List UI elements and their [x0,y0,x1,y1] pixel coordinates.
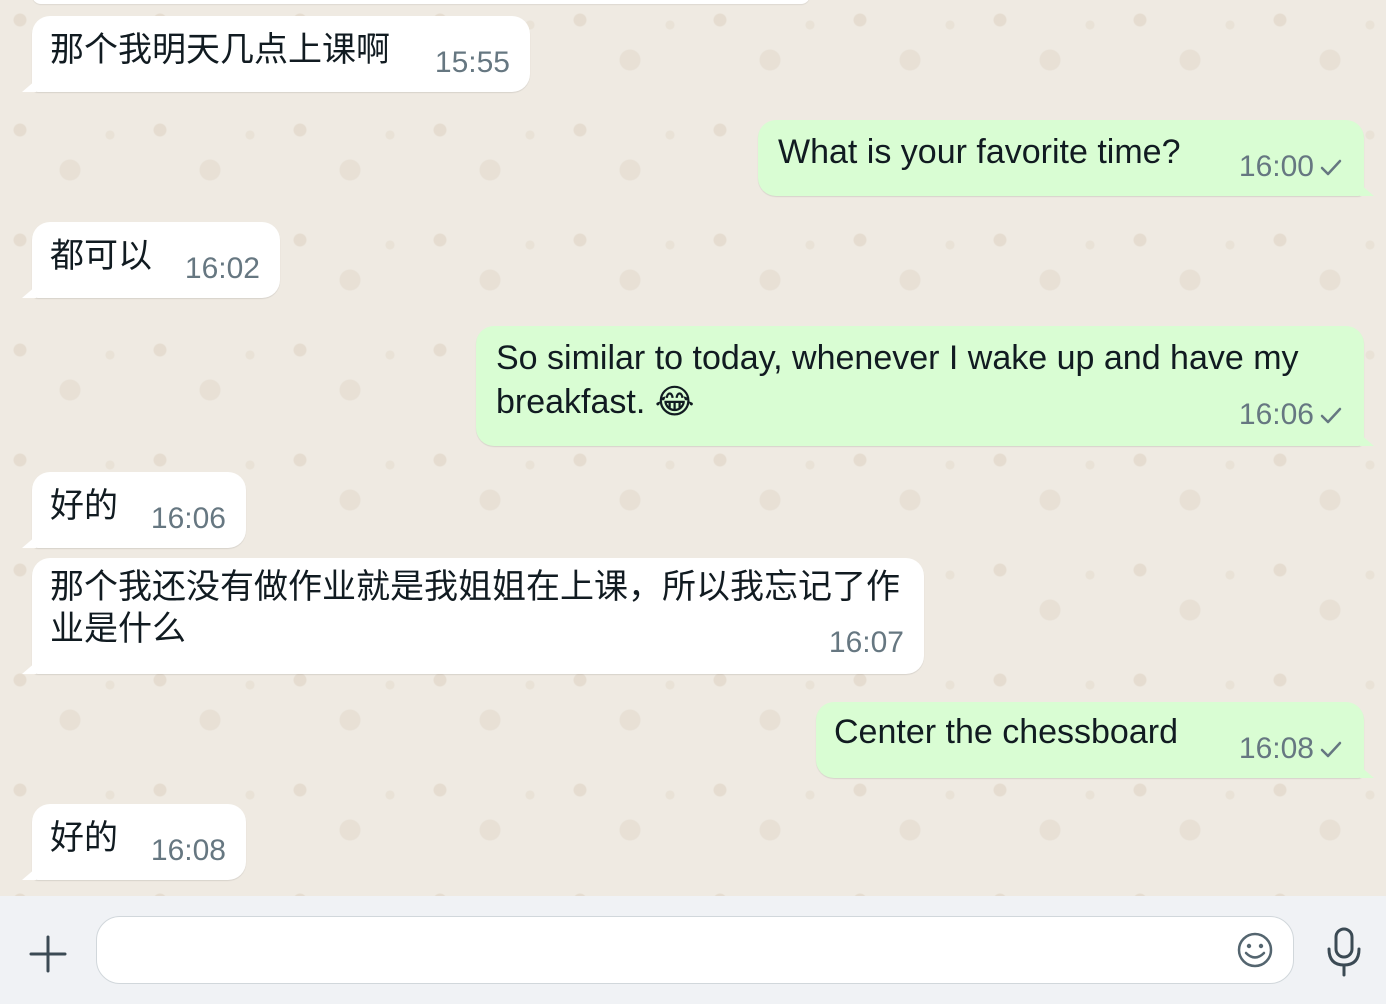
message-meta: 15:55 [435,46,510,80]
message-text: 都可以 [50,237,152,275]
message-time: 16:07 [828,626,904,659]
message-meta: 16:00 [1239,150,1342,184]
previous-message-bubble [32,0,810,4]
message-time: 16:06 [150,502,226,535]
message-meta: 16:02 [185,252,260,286]
message-time: 16:02 [184,252,260,285]
message-time: 16:00 [1238,150,1314,183]
incoming-message[interactable]: 那个我还没有做作业就是我姐姐在上课，所以我忘记了作业是什么 16:07 [22,558,924,674]
message-meta: 16:08 [151,834,226,868]
message-text: 好的 [50,487,118,525]
sent-check-icon [1320,406,1342,424]
emoji-button[interactable] [1235,930,1275,970]
sent-check-icon [1320,740,1342,758]
message-meta: 16:06 [151,502,226,536]
message-time: 16:08 [1238,732,1314,765]
incoming-message[interactable]: 那个我明天几点上课啊 15:55 [22,16,530,92]
emoji-icon [1237,932,1273,968]
message-text: 那个我还没有做作业就是我姐姐在上课，所以我忘记了作业是什么 [50,568,900,648]
attach-button[interactable] [24,930,72,978]
message-text: 那个我明天几点上课啊 [50,31,390,69]
microphone-icon [1327,927,1361,977]
message-time: 16:08 [150,834,226,867]
message-meta: 16:06 [1239,398,1342,432]
message-composer [0,896,1386,1004]
message-text: What is your favorite time? [778,133,1181,171]
message-meta: 16:07 [829,626,904,660]
message-text: 好的 [50,819,118,857]
incoming-message[interactable]: 都可以 16:02 [22,222,280,298]
plus-icon [29,935,67,973]
message-meta: 16:08 [1239,732,1342,766]
outgoing-message[interactable]: So similar to today, whenever I wake up … [476,326,1374,446]
sent-check-icon [1320,158,1342,176]
message-text: So similar to today, whenever I wake up … [496,339,1299,421]
outgoing-message[interactable]: Center the chessboard 16:08 [816,702,1374,778]
message-time: 16:06 [1238,398,1314,431]
incoming-message[interactable]: 好的 16:06 [22,472,246,548]
message-text: Center the chessboard [834,713,1178,751]
message-input[interactable] [121,917,1225,985]
outgoing-message[interactable]: What is your favorite time? 16:00 [758,120,1374,196]
voice-message-button[interactable] [1322,926,1366,978]
incoming-message[interactable]: 好的 16:08 [22,804,246,880]
message-time: 15:55 [434,46,510,79]
chat-area[interactable]: 那个我明天几点上课啊 15:55 What is your favorite t… [0,0,1386,896]
message-input-container [96,916,1294,985]
